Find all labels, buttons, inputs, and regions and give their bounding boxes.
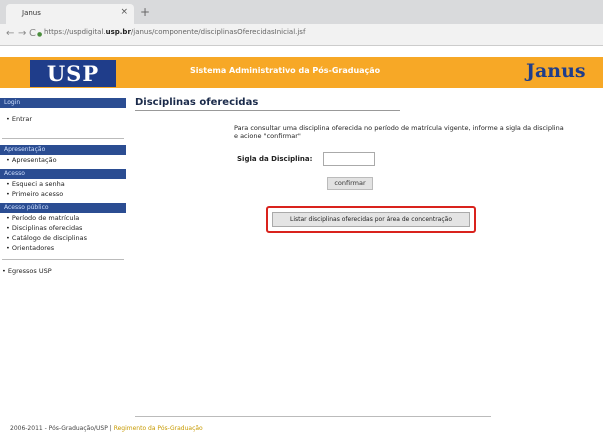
tab-title: Janus: [22, 9, 41, 17]
sidebar-head-login: Login: [0, 98, 126, 108]
sidebar-item-periodo-matricula[interactable]: • Período de matrícula: [0, 213, 126, 223]
sidebar-head-acesso-publico: Acesso público: [0, 203, 126, 213]
main-content: Disciplinas oferecidas: [135, 97, 258, 108]
sidebar: Login • Entrar Apresentação • Apresentaç…: [0, 98, 126, 276]
intro-text: Para consultar uma disciplina oferecida …: [234, 124, 564, 140]
sidebar-divider: [2, 138, 124, 139]
sidebar-item-primeiro-acesso[interactable]: • Primeiro acesso: [0, 189, 126, 199]
url-field[interactable]: https://uspdigital.usp.br/janus/componen…: [44, 28, 305, 36]
browser-tab-strip: Janus × +: [0, 0, 603, 24]
page-title: Disciplinas oferecidas: [135, 97, 259, 108]
back-icon[interactable]: ←: [6, 28, 14, 39]
sigla-label: Sigla da Disciplina:: [237, 155, 313, 163]
sigla-input[interactable]: [323, 152, 375, 166]
janus-logo: Janus: [526, 60, 586, 82]
footer-divider: [135, 416, 491, 417]
reload-icon[interactable]: C: [29, 28, 36, 39]
list-by-area-button[interactable]: Listar disciplinas oferecidas por área d…: [272, 212, 470, 227]
sidebar-head-apresentacao: Apresentação: [0, 145, 126, 155]
sidebar-item-esqueci-senha[interactable]: • Esqueci a senha: [0, 179, 126, 189]
sidebar-divider: [2, 259, 124, 260]
footer: 2006-2011 - Pós-Graduação/USP | Regiment…: [10, 425, 203, 432]
footer-text: 2006-2011 - Pós-Graduação/USP |: [10, 425, 114, 432]
browser-address-bar: ← → C ● https://uspdigital.usp.br/janus/…: [0, 24, 603, 46]
browser-tab[interactable]: Janus ×: [6, 4, 134, 24]
regimento-link[interactable]: Regimento da Pós-Graduação: [114, 425, 203, 432]
sidebar-item-disciplinas-oferecidas[interactable]: • Disciplinas oferecidas: [0, 223, 126, 233]
sidebar-item-orientadores[interactable]: • Orientadores: [0, 243, 126, 253]
new-tab-icon[interactable]: +: [140, 5, 150, 19]
forward-icon[interactable]: →: [18, 28, 26, 39]
confirm-button[interactable]: confirmar: [327, 177, 373, 190]
sidebar-item-catalogo-disciplinas[interactable]: • Catálogo de disciplinas: [0, 233, 126, 243]
sidebar-item-apresentacao[interactable]: • Apresentação: [0, 155, 126, 165]
sidebar-head-acesso: Acesso: [0, 169, 126, 179]
close-tab-icon[interactable]: ×: [120, 7, 128, 17]
usp-logo[interactable]: USP: [30, 60, 116, 87]
title-divider: [135, 110, 400, 111]
lock-icon: ●: [37, 31, 43, 38]
system-title: Sistema Administrativo da Pós-Graduação: [190, 66, 381, 75]
sidebar-item-entrar[interactable]: • Entrar: [0, 114, 126, 124]
sidebar-item-egressos[interactable]: • Egressos USP: [0, 266, 126, 276]
